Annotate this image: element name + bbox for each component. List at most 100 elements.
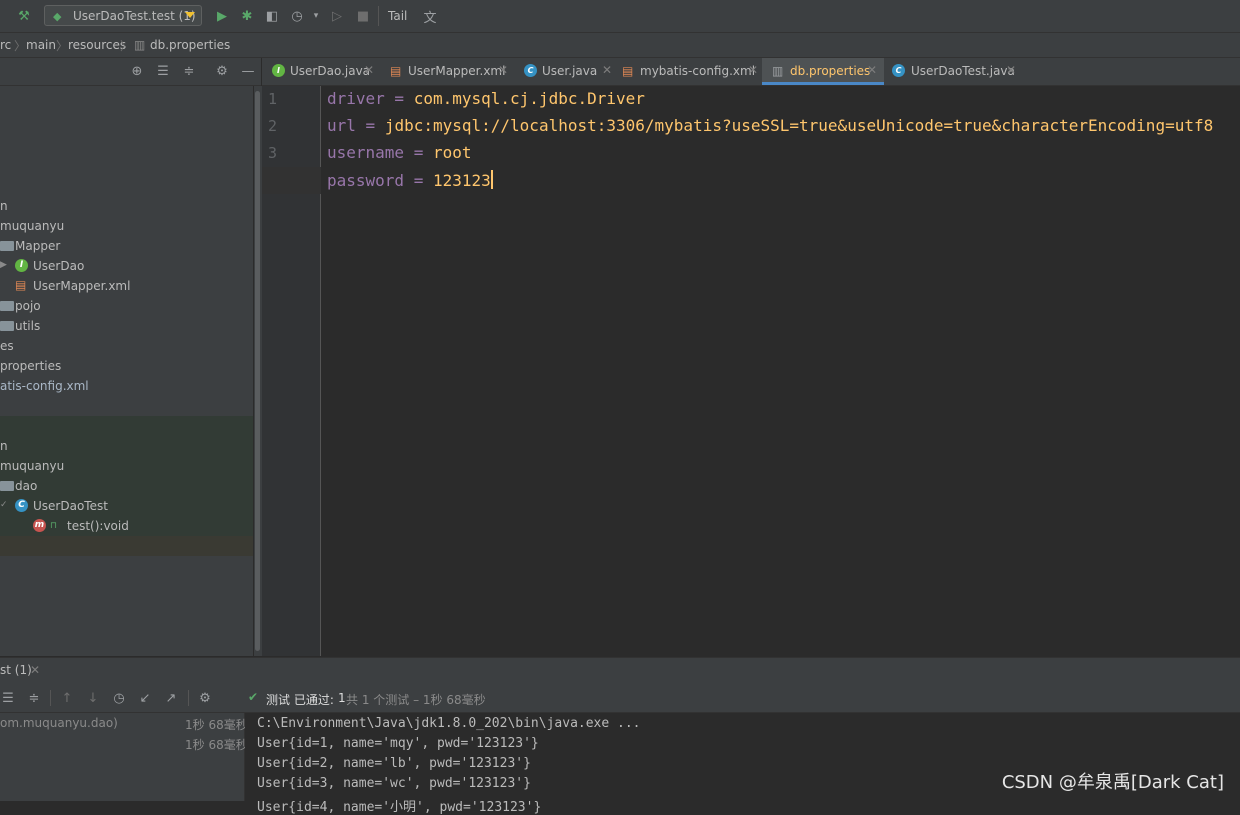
property-separator: = (404, 143, 433, 162)
breadcrumb-item-main[interactable]: main (26, 38, 56, 52)
tree-item-label: test():void (67, 519, 129, 533)
tree-item-label: es (0, 339, 14, 353)
tree-item-dao[interactable]: dao (0, 476, 253, 496)
tree-item-userdaotest[interactable]: ✓ C UserDaoTest (0, 496, 253, 516)
line-number: 3 (268, 144, 278, 162)
tree-item[interactable]: n (0, 196, 253, 216)
tree-item-label: pojo (15, 299, 41, 313)
project-panel-header: ⊕ ☰ ≑ ⚙ — (0, 58, 261, 86)
stop-icon[interactable]: ■ (355, 8, 371, 24)
export-tests-icon[interactable]: ↗ (163, 690, 179, 706)
code-line: username = root (327, 143, 472, 162)
property-key: password (327, 171, 405, 190)
close-icon[interactable]: ✕ (364, 63, 374, 77)
collapse-all-icon[interactable]: ≑ (26, 690, 42, 706)
code-editor[interactable]: driver = com.mysql.cj.jdbc.Driver url = … (321, 86, 1240, 656)
debug-bug-icon[interactable]: ✱ (239, 8, 255, 24)
translate-icon[interactable]: 文 (422, 8, 438, 26)
project-scrollbar[interactable] (253, 86, 262, 656)
expand-all-icon[interactable]: ☰ (155, 63, 171, 79)
tree-item-test-method[interactable]: m ⊓ test():void (0, 516, 253, 536)
tree-item[interactable]: muquanyu (0, 216, 253, 236)
interface-icon: I (272, 64, 285, 77)
toolbar-divider (378, 6, 379, 26)
tree-item-utils[interactable]: utils (0, 316, 253, 336)
tree-item-label: n (0, 439, 8, 453)
line-number: 2 (268, 117, 278, 135)
tab-userdao-java[interactable]: I UserDao.java ✕ (262, 58, 380, 85)
check-icon: ✔ (248, 690, 259, 704)
tab-label: UserMapper.xml (408, 64, 506, 78)
test-result-row[interactable]: 1秒 68毫秒 (0, 733, 248, 753)
tree-item[interactable]: n (0, 436, 253, 456)
history-clock-icon[interactable]: ◷ (111, 690, 127, 706)
toolbar-divider (188, 690, 189, 706)
close-icon[interactable]: ✕ (867, 63, 877, 77)
tab-user-java[interactable]: C User.java ✕ (514, 58, 618, 85)
close-icon[interactable]: ✕ (748, 63, 758, 77)
locate-file-icon[interactable]: ⊕ (129, 63, 145, 79)
close-icon[interactable]: ✕ (30, 663, 40, 677)
chevron-down-icon[interactable]: ✓ (0, 500, 8, 510)
test-result-label: om.muquanyu.dao) (0, 716, 118, 730)
tree-item-usermapper-xml[interactable]: ▤ UserMapper.xml (0, 276, 253, 296)
close-icon[interactable]: ✕ (602, 63, 612, 77)
main-toolbar: ⚒ ◆ UserDaoTest.test (1) ▶ ✱ ◧ ◷ ▾ ▷ ■ T… (0, 0, 1240, 33)
tree-item[interactable]: muquanyu (0, 456, 253, 476)
toolbar-divider (50, 690, 51, 706)
tab-mybatis-config-xml[interactable]: ▤ mybatis-config.xml ✕ (618, 58, 762, 85)
breadcrumb-item-src[interactable]: rc (0, 38, 11, 52)
tail-button[interactable]: Tail (388, 9, 407, 23)
tree-item[interactable]: es (0, 336, 253, 356)
scrollbar-thumb[interactable] (255, 91, 260, 651)
build-hammer-icon[interactable]: ⚒ (16, 8, 32, 24)
close-icon[interactable]: ✕ (1006, 63, 1016, 77)
run-icon[interactable]: ▶ (214, 8, 230, 24)
test-status-prefix: 测试 已通过: (266, 693, 334, 707)
expand-all-icon[interactable]: ☰ (0, 690, 16, 706)
more-run-options-icon[interactable]: ▾ (308, 8, 324, 24)
breadcrumb-item-db-properties[interactable]: db.properties (150, 38, 230, 52)
tree-item-pojo[interactable]: pojo (0, 296, 253, 316)
test-class-icon: C (892, 64, 905, 77)
resume-icon[interactable]: ▷ (329, 8, 345, 24)
property-key: username (327, 143, 405, 162)
tree-item-userdao[interactable]: ▶ I UserDao (0, 256, 253, 276)
folder-icon (0, 321, 14, 331)
tab-usermapper-xml[interactable]: ▤ UserMapper.xml ✕ (380, 58, 512, 85)
previous-failed-icon[interactable]: ↑ (59, 690, 75, 706)
run-tab-label[interactable]: st (1) (0, 663, 32, 677)
close-icon[interactable]: ✕ (498, 63, 508, 77)
property-value: root (432, 143, 472, 162)
profile-icon[interactable]: ◷ (289, 8, 305, 24)
tree-item-db-properties[interactable]: properties (0, 356, 253, 376)
settings-gear-icon[interactable]: ⚙ (214, 63, 230, 79)
breadcrumb-item-resources[interactable]: resources (68, 38, 126, 52)
coverage-icon[interactable]: ◧ (264, 8, 280, 24)
collapse-all-icon[interactable]: ≑ (181, 63, 197, 79)
tree-item-mybatis-config[interactable]: atis-config.xml (0, 376, 253, 396)
settings-gear-icon[interactable]: ⚙ (197, 690, 213, 706)
run-tool-window-tabs: st (1) ✕ (0, 657, 1240, 685)
hide-panel-icon[interactable]: — (240, 63, 256, 79)
run-toolbar: ☰ ≑ ↑ ↓ ◷ ↙ ↗ ⚙ ✔ 测试 已通过: 1 共 1 个测试 – 1秒… (0, 684, 1240, 713)
property-value: 123123 (432, 171, 491, 190)
chevron-right-icon[interactable]: ▶ (0, 260, 7, 270)
breadcrumb-separator: 〉 (56, 39, 69, 53)
text-caret (490, 170, 493, 189)
test-result-row[interactable]: om.muquanyu.dao) 1秒 68毫秒 (0, 713, 248, 733)
chevron-down-icon (185, 12, 195, 18)
tree-item-mapper[interactable]: Mapper (0, 236, 253, 256)
tab-userdaotest-java[interactable]: C UserDaoTest.java ✕ (884, 58, 1024, 85)
property-key: url (327, 116, 356, 135)
import-tests-icon[interactable]: ↙ (137, 690, 153, 706)
tab-db-properties[interactable]: ▥ db.properties ✕ (762, 58, 884, 85)
tab-label: db.properties (790, 64, 871, 78)
run-configuration-selector[interactable]: ◆ UserDaoTest.test (1) (44, 5, 202, 26)
tree-item-label: muquanyu (0, 459, 65, 473)
property-value: com.mysql.cj.jdbc.Driver (413, 89, 645, 108)
line-number: 1 (268, 90, 278, 108)
test-config-icon: ◆ (53, 10, 62, 23)
next-failed-icon[interactable]: ↓ (85, 690, 101, 706)
test-results-tree: om.muquanyu.dao) 1秒 68毫秒 1秒 68毫秒 (0, 713, 248, 801)
